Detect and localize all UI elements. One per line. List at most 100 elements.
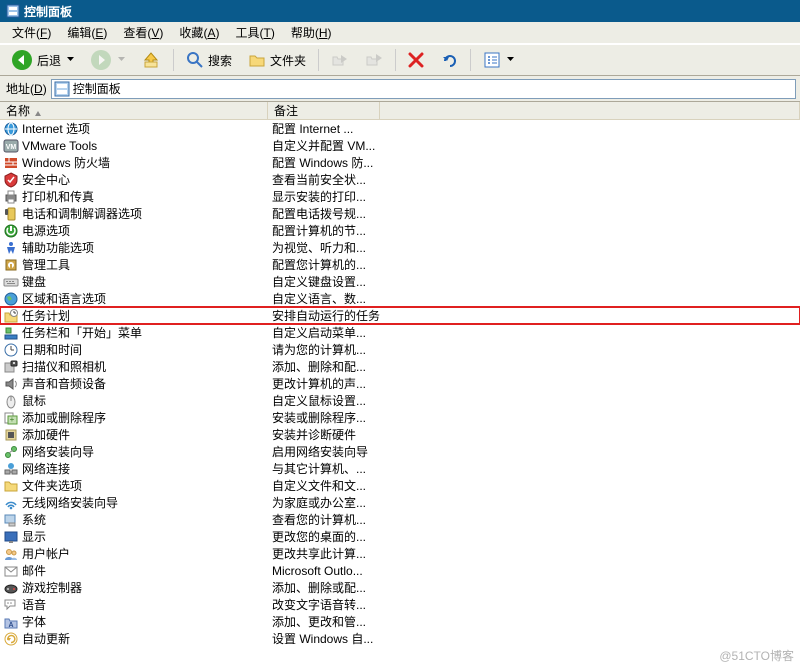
list-item[interactable]: 声音和音频设备更改计算机的声... bbox=[0, 375, 800, 392]
item-note: 安排自动运行的任务 bbox=[272, 309, 380, 323]
copy-to-button[interactable] bbox=[358, 47, 390, 73]
list-item[interactable]: 扫描仪和照相机添加、删除和配... bbox=[0, 358, 800, 375]
chevron-down-icon bbox=[118, 57, 125, 64]
undo-button[interactable] bbox=[433, 47, 465, 73]
item-note: 配置 Internet ... bbox=[272, 122, 353, 136]
list-item[interactable]: 系统查看您的计算机... bbox=[0, 511, 800, 528]
item-note: 添加、更改和管... bbox=[272, 615, 366, 629]
list-item[interactable]: 添加硬件安装并诊断硬件 bbox=[0, 426, 800, 443]
list-item[interactable]: 键盘自定义键盘设置... bbox=[0, 273, 800, 290]
list-item[interactable]: 自动更新 设置 Windows 自... bbox=[0, 630, 800, 647]
list-item[interactable]: VMVMware Tools自定义并配置 VM... bbox=[0, 137, 800, 154]
list-item[interactable]: 显示更改您的桌面的... bbox=[0, 528, 800, 545]
list-item[interactable]: 日期和时间请为您的计算机... bbox=[0, 341, 800, 358]
addhw-icon bbox=[3, 427, 19, 443]
back-button[interactable]: 后退 bbox=[4, 47, 81, 73]
list-item[interactable]: 游戏控制器添加、删除或配... bbox=[0, 579, 800, 596]
delete-button[interactable] bbox=[401, 47, 431, 73]
menu-t[interactable]: 工具(T) bbox=[227, 22, 282, 43]
item-name: 扫描仪和照相机 bbox=[22, 358, 106, 375]
power-icon bbox=[3, 223, 19, 239]
item-name: Internet 选项 bbox=[22, 120, 90, 137]
security-icon bbox=[3, 172, 19, 188]
address-input[interactable]: 控制面板 bbox=[51, 79, 796, 99]
item-name: 添加硬件 bbox=[22, 426, 70, 443]
list-item[interactable]: 网络连接 与其它计算机、... bbox=[0, 460, 800, 477]
item-name: 用户帐户 bbox=[22, 545, 70, 562]
forward-button[interactable] bbox=[83, 47, 132, 73]
menu-h[interactable]: 帮助(H) bbox=[283, 22, 340, 43]
item-note: 自定义并配置 VM... bbox=[272, 139, 375, 153]
list-item[interactable]: 邮件Microsoft Outlo... bbox=[0, 562, 800, 579]
menu-e[interactable]: 编辑(E) bbox=[59, 22, 115, 43]
title-bar: 控制面板 bbox=[0, 0, 800, 22]
item-note: 添加、删除或配... bbox=[272, 581, 366, 595]
list-item[interactable]: 文件夹选项自定义文件和文... bbox=[0, 477, 800, 494]
chevron-down-icon bbox=[67, 57, 74, 64]
list-item[interactable]: 任务栏和「开始」菜单自定义启动菜单... bbox=[0, 324, 800, 341]
list-item[interactable]: 网络安装向导启用网络安装向导 bbox=[0, 443, 800, 460]
column-header-note[interactable]: 备注 bbox=[268, 102, 380, 119]
list-item[interactable]: 打印机和传真 显示安装的打印... bbox=[0, 188, 800, 205]
list-item[interactable]: 电源选项配置计算机的节... bbox=[0, 222, 800, 239]
item-list[interactable]: Internet 选项 配置 Internet ...VMVMware Tools… bbox=[0, 120, 800, 668]
list-item[interactable]: 辅助功能选项为视觉、听力和... bbox=[0, 239, 800, 256]
menu-a[interactable]: 收藏(A) bbox=[171, 22, 227, 43]
firewall-icon bbox=[3, 155, 19, 171]
list-item[interactable]: 语音改变文字语音转... bbox=[0, 596, 800, 613]
move-to-button[interactable] bbox=[324, 47, 356, 73]
internet-icon bbox=[3, 121, 19, 137]
sound-icon bbox=[3, 376, 19, 392]
column-header-name[interactable]: 名称 bbox=[0, 102, 268, 119]
item-name: 网络连接 bbox=[22, 460, 70, 477]
list-item[interactable]: 电话和调制解调器选项配置电话拨号规... bbox=[0, 205, 800, 222]
list-item[interactable]: +添加或删除程序安装或删除程序... bbox=[0, 409, 800, 426]
item-note: 配置您计算机的... bbox=[272, 258, 366, 272]
item-note: 配置计算机的节... bbox=[272, 224, 366, 238]
display-icon bbox=[3, 529, 19, 545]
toolbar: 后退 搜索 文件夹 bbox=[0, 44, 800, 76]
item-name: 安全中心 bbox=[22, 171, 70, 188]
item-note: 显示安装的打印... bbox=[272, 190, 366, 204]
list-item[interactable]: 无线网络安装向导为家庭或办公室... bbox=[0, 494, 800, 511]
list-item[interactable]: 鼠标自定义鼠标设置... bbox=[0, 392, 800, 409]
item-name: 添加或删除程序 bbox=[22, 409, 106, 426]
item-note: 设置 Windows 自... bbox=[272, 632, 373, 646]
item-note: 与其它计算机、... bbox=[272, 462, 366, 476]
list-item[interactable]: 用户帐户 更改共享此计算... bbox=[0, 545, 800, 562]
item-name: 自动更新 bbox=[22, 630, 70, 647]
list-item[interactable]: 区域和语言选项自定义语言、数... bbox=[0, 290, 800, 307]
item-note: 更改共享此计算... bbox=[272, 547, 366, 561]
menu-v[interactable]: 查看(V) bbox=[115, 22, 171, 43]
views-button[interactable] bbox=[476, 47, 521, 73]
list-item[interactable]: Internet 选项 配置 Internet ... bbox=[0, 120, 800, 137]
taskbar-icon bbox=[3, 325, 19, 341]
item-note: 为视觉、听力和... bbox=[272, 241, 366, 255]
item-name: 任务计划 bbox=[22, 307, 70, 324]
list-item[interactable]: 管理工具配置您计算机的... bbox=[0, 256, 800, 273]
speech-icon bbox=[3, 597, 19, 613]
item-name: 鼠标 bbox=[22, 392, 46, 409]
list-item[interactable]: 任务计划 安排自动运行的任务 bbox=[0, 307, 800, 324]
svg-text:+: + bbox=[10, 415, 15, 424]
window-title: 控制面板 bbox=[24, 3, 72, 20]
menu-f[interactable]: 文件(F) bbox=[4, 22, 59, 43]
item-name: 网络安装向导 bbox=[22, 443, 94, 460]
list-item[interactable]: 安全中心查看当前安全状... bbox=[0, 171, 800, 188]
gamectrl-icon bbox=[3, 580, 19, 596]
item-name: 打印机和传真 bbox=[22, 188, 94, 205]
search-button[interactable]: 搜索 bbox=[179, 47, 239, 73]
update-icon bbox=[3, 631, 19, 647]
app-icon bbox=[6, 4, 20, 18]
wireless-icon bbox=[3, 495, 19, 511]
item-name: 无线网络安装向导 bbox=[22, 494, 118, 511]
up-button[interactable] bbox=[134, 47, 168, 73]
item-note: 配置 Windows 防... bbox=[272, 156, 373, 170]
content-area: 名称 备注 Internet 选项 配置 Internet ...VMVMware… bbox=[0, 102, 800, 668]
schedule-icon bbox=[3, 308, 19, 324]
list-item[interactable]: Windows 防火墙配置 Windows 防... bbox=[0, 154, 800, 171]
access-icon bbox=[3, 240, 19, 256]
folders-button[interactable]: 文件夹 bbox=[241, 47, 313, 73]
item-note: 更改计算机的声... bbox=[272, 377, 366, 391]
list-item[interactable]: A字体添加、更改和管... bbox=[0, 613, 800, 630]
